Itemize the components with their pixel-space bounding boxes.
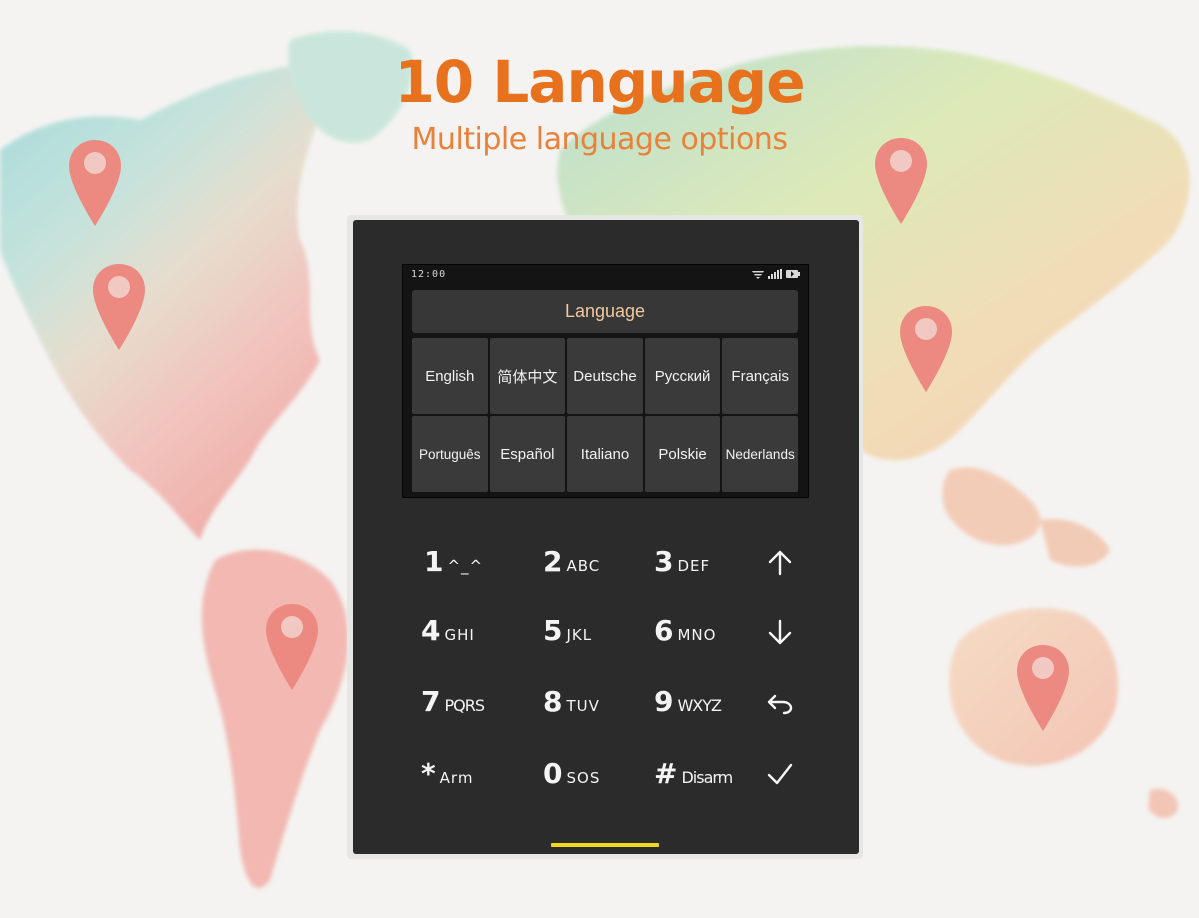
location-pin-icon bbox=[1017, 645, 1069, 731]
key-digit: 2 bbox=[543, 545, 563, 578]
language-option-french[interactable]: Français bbox=[722, 338, 798, 414]
headline-subtitle: Multiple language options bbox=[411, 122, 788, 157]
wifi-icon bbox=[752, 271, 764, 279]
key-letters: MNO bbox=[677, 626, 717, 644]
key-digit: 4 bbox=[421, 614, 441, 647]
key-6[interactable]: 6 MNO bbox=[654, 614, 716, 654]
language-option-russian[interactable]: Русский bbox=[644, 338, 721, 414]
language-option-chinese[interactable]: 简体中文 bbox=[489, 338, 566, 414]
key-letters: WXYZ bbox=[677, 696, 722, 715]
checkmark-icon[interactable] bbox=[765, 760, 795, 790]
key-letters: ABC bbox=[566, 557, 601, 575]
language-option-polish[interactable]: Polskie bbox=[644, 416, 721, 492]
key-letters: PQRS bbox=[444, 696, 485, 715]
key-digit: 0 bbox=[543, 757, 563, 790]
key-1[interactable]: 1 ^_^ bbox=[424, 545, 483, 585]
key-7[interactable]: 7 PQRS bbox=[421, 685, 485, 725]
key-digit: 6 bbox=[654, 614, 674, 647]
key-digit: 7 bbox=[421, 685, 441, 718]
language-option-portuguese[interactable]: Português bbox=[412, 416, 488, 492]
key-digit: 3 bbox=[654, 545, 674, 578]
key-letters: DEF bbox=[677, 557, 711, 575]
key-0-sos[interactable]: 0 SOS bbox=[543, 757, 600, 797]
language-option-italian[interactable]: Italiano bbox=[567, 416, 643, 492]
key-star-arm[interactable]: * Arm bbox=[421, 757, 473, 797]
key-digit: * bbox=[421, 757, 436, 790]
status-bar: 12:00 bbox=[403, 265, 808, 285]
key-letters: GHI bbox=[444, 626, 475, 644]
key-letters: Disarm bbox=[681, 768, 733, 787]
device-screen: 12:00 Language English 简体中文 Deutsche Рус… bbox=[402, 264, 809, 498]
key-digit: 1 bbox=[424, 545, 444, 578]
language-option-spanish[interactable]: Español bbox=[489, 416, 566, 492]
key-letters: ^_^ bbox=[447, 557, 484, 575]
key-digit: 5 bbox=[543, 614, 563, 647]
key-hash-disarm[interactable]: # Disarm bbox=[654, 757, 733, 797]
key-letters: Arm bbox=[439, 769, 474, 787]
key-9[interactable]: 9 WXYZ bbox=[654, 685, 722, 725]
location-pin-icon bbox=[900, 306, 952, 392]
language-grid: English 简体中文 Deutsche Русский Français P… bbox=[412, 338, 798, 492]
language-option-dutch[interactable]: Nederlands bbox=[722, 416, 798, 492]
key-5[interactable]: 5 JKL bbox=[543, 614, 592, 654]
headline-title: 10 Language bbox=[394, 48, 805, 116]
battery-icon bbox=[786, 270, 800, 278]
key-letters: JKL bbox=[566, 626, 593, 644]
signal-icon bbox=[768, 269, 782, 279]
status-time: 12:00 bbox=[411, 269, 447, 280]
status-indicator-bar bbox=[551, 843, 659, 847]
language-option-english[interactable]: English bbox=[412, 338, 488, 414]
key-digit: 9 bbox=[654, 685, 674, 718]
language-screen-title: Language bbox=[412, 290, 798, 333]
location-pin-icon bbox=[266, 604, 318, 690]
key-letters: SOS bbox=[566, 769, 601, 787]
key-letters: TUV bbox=[566, 697, 600, 715]
location-pin-icon bbox=[93, 264, 145, 350]
key-digit: 8 bbox=[543, 685, 563, 718]
location-pin-icon bbox=[69, 140, 121, 226]
arrow-up-icon[interactable] bbox=[765, 548, 795, 578]
key-8[interactable]: 8 TUV bbox=[543, 685, 600, 725]
arrow-down-icon[interactable] bbox=[765, 617, 795, 647]
location-pin-icon bbox=[875, 138, 927, 224]
language-option-german[interactable]: Deutsche bbox=[567, 338, 643, 414]
key-digit: # bbox=[654, 757, 677, 790]
back-icon[interactable] bbox=[765, 688, 795, 718]
key-3[interactable]: 3 DEF bbox=[654, 545, 710, 585]
key-4[interactable]: 4 GHI bbox=[421, 614, 475, 654]
key-2[interactable]: 2 ABC bbox=[543, 545, 600, 585]
